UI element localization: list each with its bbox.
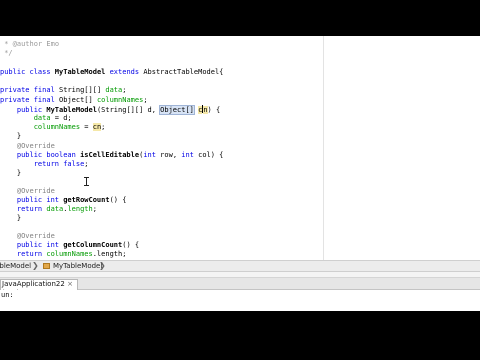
- code-token: public: [0, 106, 47, 114]
- code-token: }: [0, 214, 22, 222]
- code-token: .length;: [92, 250, 127, 258]
- code-token: length: [67, 205, 93, 213]
- breadcrumb-item-package[interactable]: TableModel: [0, 261, 31, 271]
- code-token: (String[][] d,: [96, 106, 161, 114]
- code-token: @Override: [0, 232, 55, 240]
- code-token: columnNames: [33, 123, 81, 131]
- code-token: columnNames: [96, 96, 144, 104]
- code-token: AbstractTableModel{: [143, 68, 224, 76]
- code-token: Object[]: [59, 96, 97, 104]
- code-token: public class: [0, 68, 55, 76]
- code-line: */: [0, 49, 13, 58]
- code-token: isCellEditable: [80, 151, 140, 159]
- class-icon: [43, 263, 50, 269]
- code-token: getColumnCount: [63, 241, 123, 249]
- code-token: }: [0, 132, 22, 140]
- code-token: = d;: [50, 114, 72, 122]
- code-token: () {: [122, 241, 140, 249]
- ide-window: * @author Emo */ public class MyTableMode…: [0, 36, 480, 311]
- tab-output-run[interactable]: JavaApplication22 (run) ×: [0, 279, 78, 297]
- code-token: @Override: [0, 187, 55, 195]
- code-line: @Override: [0, 187, 55, 196]
- code-line: }: [0, 214, 21, 223]
- code-token: () {: [109, 196, 127, 204]
- code-token: MyTableModel: [54, 68, 106, 76]
- code-line: public class MyTableModel extends Abstra…: [0, 68, 223, 77]
- output-text: un:: [1, 291, 14, 299]
- code-token: ;: [143, 96, 148, 104]
- code-token: ;: [101, 123, 106, 131]
- code-token: */: [0, 49, 13, 57]
- code-token: public int: [0, 241, 64, 249]
- code-line: private final Object[] columnNames;: [0, 96, 148, 105]
- code-token: @Override: [0, 142, 55, 150]
- code-token: cn: [92, 123, 102, 131]
- code-token: return: [0, 205, 47, 213]
- code-line: return false;: [0, 160, 89, 169]
- code-token: data: [105, 86, 123, 94]
- code-line: }: [0, 132, 21, 141]
- code-token: =: [80, 123, 93, 131]
- code-line: @Override: [0, 232, 55, 241]
- code-token: int: [181, 151, 199, 159]
- code-token: row,: [160, 151, 182, 159]
- code-token: ;: [92, 205, 97, 213]
- code-line: public int getColumnCount() {: [0, 241, 139, 250]
- code-token: @author: [12, 40, 43, 48]
- code-token: col) {: [198, 151, 224, 159]
- code-line: @Override: [0, 142, 55, 151]
- code-token: ;: [122, 86, 127, 94]
- code-token: public boolean: [0, 151, 81, 159]
- code-line: }: [0, 169, 21, 178]
- code-line: columnNames = cn;: [0, 123, 105, 132]
- right-margin-guide: [323, 36, 324, 260]
- code-token: Object[]: [159, 105, 195, 115]
- code-token: MyTableModel: [46, 106, 97, 114]
- code-token: data: [33, 114, 51, 122]
- code-token: private final: [0, 86, 60, 94]
- code-token: data: [46, 205, 64, 213]
- code-line: * @author Emo: [0, 40, 59, 49]
- navigation-breadcrumb: TableModel ❯ MyTableModel ❯: [0, 260, 480, 272]
- code-token: getRowCount: [63, 196, 110, 204]
- code-line: return data.length;: [0, 205, 97, 214]
- chevron-right-icon: ❯: [32, 261, 39, 270]
- code-editor[interactable]: * @author Emo */ public class MyTableMode…: [0, 36, 480, 260]
- chevron-right-icon: ❯: [99, 261, 106, 270]
- code-token: ;: [84, 160, 89, 168]
- code-token: Emo: [42, 40, 60, 48]
- code-token: return: [0, 250, 47, 258]
- code-token: columnNames: [46, 250, 93, 258]
- code-line: private final String[][] data;: [0, 86, 126, 95]
- code-line: return columnNames.length;: [0, 250, 127, 259]
- breadcrumb-item-class[interactable]: MyTableModel: [43, 261, 102, 271]
- output-tab-bar: JavaApplication22 (run) ×: [0, 278, 480, 297]
- code-line: public int getRowCount() {: [0, 196, 127, 205]
- video-frame: * @author Emo */ public class MyTableMode…: [0, 0, 480, 360]
- code-line: public MyTableModel(String[][] d, Object…: [0, 105, 221, 115]
- mouse-ibeam-cursor: [84, 177, 89, 186]
- breadcrumb-item-label: MyTableModel: [53, 262, 103, 270]
- code-token: public int: [0, 196, 64, 204]
- code-token: }: [0, 169, 22, 177]
- code-token: *: [0, 40, 13, 48]
- code-token: extends: [105, 68, 144, 76]
- code-token: int: [143, 151, 161, 159]
- code-token: private final: [0, 96, 60, 104]
- close-icon[interactable]: ×: [67, 280, 73, 289]
- code-token: String[][]: [59, 86, 106, 94]
- code-line: data = d;: [0, 114, 72, 123]
- code-line: public boolean isCellEditable(int row, i…: [0, 151, 224, 160]
- breadcrumb-item-label: TableModel: [0, 262, 32, 270]
- output-console[interactable]: un:: [0, 290, 480, 311]
- code-token: ) {: [207, 106, 221, 114]
- code-token: return false: [0, 160, 85, 168]
